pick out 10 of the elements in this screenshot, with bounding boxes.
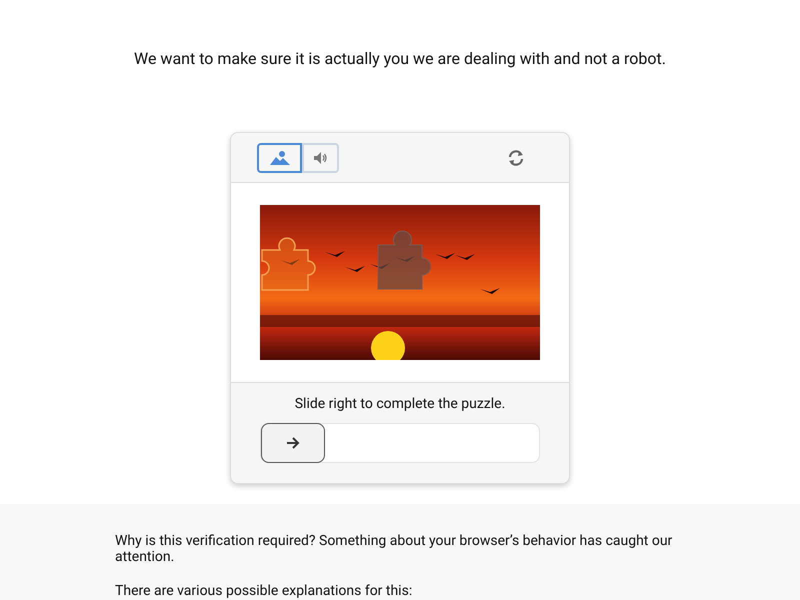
instruction-text: Slide right to complete the puzzle. <box>294 395 506 413</box>
arrow-right-icon <box>286 437 300 449</box>
info-paragraph: There are various possible explanations for this: <box>115 583 414 599</box>
mode-tab[interactable] <box>257 142 302 172</box>
info-paragraph: Why is this verification required? Something about your browser’s behavior has caught our attention. <box>115 533 674 565</box>
heading-text: We want to make sure it is actually you we are dealing with and not a robot. <box>134 49 666 70</box>
speaker-icon <box>314 152 328 164</box>
landscape-icon <box>270 150 290 166</box>
refresh-icon <box>507 148 525 166</box>
slider-handle[interactable] <box>261 423 325 463</box>
